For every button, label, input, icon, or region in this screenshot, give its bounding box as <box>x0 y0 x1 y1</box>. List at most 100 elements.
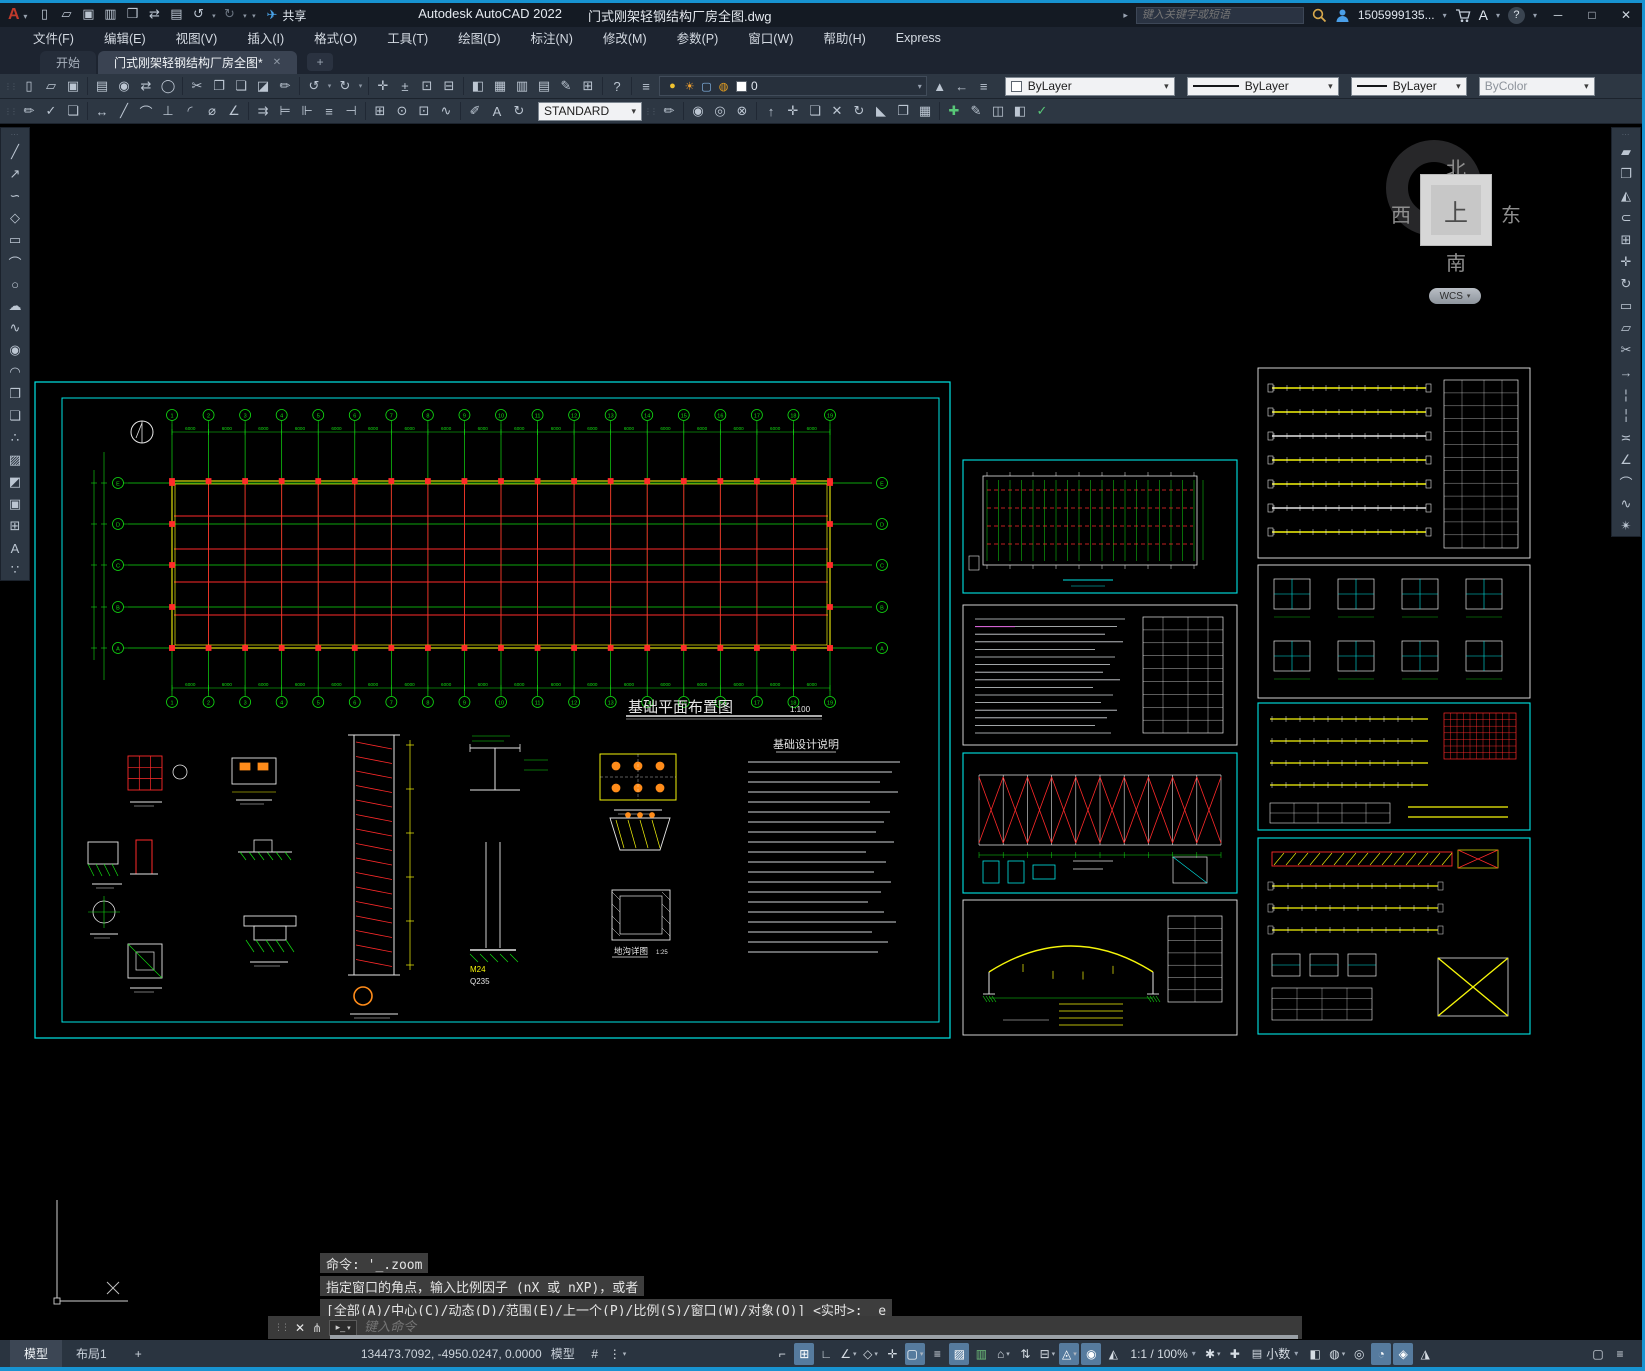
annotation-monitor-dropdown-icon[interactable]: ▾ <box>1073 1350 1077 1358</box>
search-field[interactable] <box>1141 9 1298 21</box>
app-menu-button[interactable]: A ▾ <box>8 6 27 24</box>
subtract-icon[interactable]: ◎ <box>709 101 731 121</box>
union-icon[interactable]: ◉ <box>687 101 709 121</box>
undo-icon[interactable]: ↺ <box>303 76 325 96</box>
isodraft-icon[interactable]: ◇ ▾ <box>861 1343 881 1365</box>
search-icon[interactable] <box>1312 8 1327 23</box>
maximize-button[interactable]: □ <box>1579 5 1605 25</box>
taper-faces-icon[interactable]: ◣ <box>870 101 892 121</box>
layout1-tab[interactable]: 布局1 <box>62 1340 121 1367</box>
isolate-objects-icon[interactable]: ◎ <box>1349 1343 1369 1365</box>
color-faces-icon[interactable]: ▦ <box>914 101 936 121</box>
snap-mode-icon[interactable]: ⊞ <box>794 1342 815 1365</box>
erase-icon[interactable]: ▰ <box>1614 141 1638 163</box>
circle-icon[interactable]: ○ <box>3 273 27 295</box>
web-publish-icon[interactable]: ◯ <box>157 76 179 96</box>
dim-continue-icon[interactable]: ⊩ <box>296 101 318 121</box>
model-paper-icon[interactable]: ⌐ <box>772 1343 792 1365</box>
zoom-window-icon[interactable]: ⊡ <box>416 76 438 96</box>
copy-icon[interactable]: ❐ <box>1614 163 1638 185</box>
customize-qat-icon[interactable]: ▾ <box>249 6 258 26</box>
dynamic-input-icon[interactable]: ⊟ ▾ <box>1037 1343 1057 1365</box>
layer-on-icon[interactable]: ● <box>664 76 681 96</box>
object-snap-tracking-icon[interactable]: ✛ <box>883 1343 903 1365</box>
spline-icon[interactable]: ∿ <box>3 317 27 339</box>
compass-west-label[interactable]: 西 <box>1386 199 1416 228</box>
center-mark-icon[interactable]: ⊙ <box>391 101 413 121</box>
undo-list-icon[interactable]: ▾ <box>209 6 218 26</box>
command-close-icon[interactable]: ✕ <box>295 1321 305 1335</box>
divide-icon[interactable]: ∵ <box>3 559 27 581</box>
redo-icon[interactable]: ↻ <box>334 76 356 96</box>
isodraft-dropdown-icon[interactable]: ▾ <box>874 1350 878 1358</box>
polygon-icon[interactable]: ◇ <box>3 207 27 229</box>
zoom-previous-icon[interactable]: ⊟ <box>438 76 460 96</box>
autodesk-app-dropdown-icon[interactable]: ▾ <box>1496 11 1500 20</box>
dim-angular-icon[interactable]: ∠ <box>223 101 245 121</box>
menu-item-2[interactable]: 编辑(E) <box>89 27 161 48</box>
layer-lock-icon[interactable]: ◍ <box>715 76 732 96</box>
polar-tracking-dropdown-icon[interactable]: ▾ <box>853 1350 857 1358</box>
layer-previous-icon[interactable]: ← <box>951 76 973 96</box>
menu-item-4[interactable]: 插入(I) <box>232 27 299 48</box>
menu-item-8[interactable]: 标注(N) <box>516 27 588 48</box>
toolbar-grip[interactable]: ⋮⋮ <box>644 107 658 116</box>
signed-in-user[interactable]: 1505999135... <box>1358 8 1435 22</box>
match-properties-icon[interactable]: ✏ <box>274 76 296 96</box>
toolbar-grip[interactable]: ⋯ <box>11 130 20 139</box>
search-collapse-icon[interactable]: ▸ <box>1123 10 1128 21</box>
dim-text-edit-icon[interactable]: A <box>486 101 508 121</box>
quick-properties-icon[interactable]: ◧ <box>1305 1343 1325 1365</box>
qnew-icon[interactable]: ▯ <box>18 76 40 96</box>
text-style-control[interactable]: STANDARD ▾ <box>538 101 642 121</box>
undo-list-icon[interactable]: ▾ <box>325 76 334 96</box>
make-block-icon[interactable]: ❏ <box>3 405 27 427</box>
lineweight-control[interactable]: ByLayer ▾ <box>1350 76 1467 96</box>
annotation-scale-control[interactable]: 1:1 / 100% ▾ <box>1124 1347 1201 1361</box>
new-layout-tab[interactable]: + <box>121 1340 156 1367</box>
close-button[interactable]: ✕ <box>1613 5 1639 25</box>
quick-dim-icon[interactable]: ⇉ <box>252 101 274 121</box>
region-icon[interactable]: ▣ <box>3 493 27 515</box>
make-object-layer-current-icon[interactable]: ▲ <box>929 76 951 96</box>
insert-block-icon[interactable]: ❐ <box>3 383 27 405</box>
menu-item-9[interactable]: 修改(M) <box>588 27 662 48</box>
linetype-control[interactable]: ByLayer ▾ <box>1186 76 1339 96</box>
table-icon[interactable]: ⊞ <box>3 515 27 537</box>
imprint-icon[interactable]: ✚ <box>943 101 965 121</box>
share-button[interactable]: ✈ 共享 <box>266 7 306 24</box>
pan-icon[interactable]: ✛ <box>372 76 394 96</box>
mirror-icon[interactable]: ◭ <box>1614 185 1638 207</box>
tab-drawing[interactable]: 门式刚架轻钢结构厂房全图* ✕ <box>98 51 298 74</box>
point-icon[interactable]: ∴ <box>3 427 27 449</box>
new-tab-button[interactable]: + <box>307 53 334 71</box>
command-scrollbar[interactable] <box>330 1335 1298 1339</box>
wcs-menu[interactable]: WCS ▾ <box>1429 288 1481 304</box>
dim-break-icon[interactable]: ⊣ <box>340 101 362 121</box>
dim-aligned-icon[interactable]: ╱ <box>113 101 135 121</box>
annotation-autoscale-icon[interactable]: ◭ <box>1103 1343 1123 1365</box>
lineweight-control-dropdown-icon[interactable]: ▾ <box>1456 81 1461 92</box>
dim-jogged-icon[interactable]: ∿ <box>435 101 457 121</box>
command-input[interactable] <box>364 1320 1296 1335</box>
lock-ui-icon[interactable]: ◍ ▾ <box>1327 1343 1347 1365</box>
dim-insert-icon[interactable]: ⊞ <box>369 101 391 121</box>
open-icon[interactable]: ▱ <box>40 76 62 96</box>
offset-faces-icon[interactable]: ❏ <box>804 101 826 121</box>
snap-settings-icon[interactable]: ⋮ ▾ <box>607 1343 629 1365</box>
object-snap-3d-icon[interactable]: ⌂ ▾ <box>993 1343 1013 1365</box>
plot-style-control[interactable]: ByColor ▾ <box>1478 76 1595 96</box>
model-tab[interactable]: 模型 <box>10 1340 63 1367</box>
help-icon[interactable]: ? <box>606 76 628 96</box>
user-dropdown-icon[interactable]: ▾ <box>1443 11 1447 20</box>
clean-icon[interactable]: ✎ <box>965 101 987 121</box>
multiline-text-icon[interactable]: A <box>3 537 27 559</box>
color-control[interactable]: ByLayer ▾ <box>1004 76 1175 96</box>
line-icon[interactable]: ╱ <box>3 141 27 163</box>
dynamic-ucs-icon[interactable]: ⇅ <box>1015 1343 1035 1365</box>
stretch-icon[interactable]: ▱ <box>1614 317 1638 339</box>
qsave-icon[interactable]: ▣ <box>62 76 84 96</box>
undo-icon[interactable]: ↺ <box>187 4 209 24</box>
spell-check-icon[interactable]: ✓ <box>40 101 62 121</box>
dim-radius-icon[interactable]: ◜ <box>179 101 201 121</box>
